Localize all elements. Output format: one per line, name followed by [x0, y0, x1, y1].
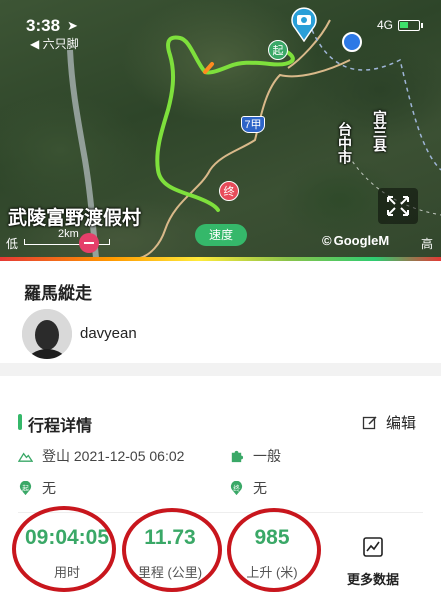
more-data-button[interactable]: 更多数据 [338, 536, 408, 588]
status-carrier: ◀ 六只脚 [30, 37, 79, 51]
more-data-label: 更多数据 [346, 572, 399, 587]
username[interactable]: davyean [80, 325, 137, 342]
scale-distance: 2km [58, 228, 79, 240]
route-title: 羅馬縱走 [24, 284, 92, 303]
region-label-taichung: 台中市 [337, 122, 353, 164]
region-label-yilan: 宜兰县 [372, 110, 388, 152]
edit-label: 编辑 [386, 415, 417, 432]
annotation-circle-ascent [227, 508, 321, 592]
start-marker-icon: 起 [19, 480, 32, 495]
end-point-text: 无 [253, 480, 267, 496]
trip-details-card: 行程详情 编辑 登山 2021-12-05 06:02 一般 起 无 终 无 0… [0, 376, 441, 600]
end-pin[interactable]: 终 [219, 181, 239, 201]
svg-text:起: 起 [22, 484, 29, 492]
start-point-text: 无 [42, 480, 56, 496]
attribution-text: GoogleM [333, 233, 390, 248]
carrier-label: 六只脚 [42, 37, 79, 51]
section-title: 行程详情 [18, 412, 92, 436]
status-time: 3:38 [26, 16, 61, 35]
end-marker-icon: 终 [230, 480, 243, 495]
difficulty-row: 一般 [229, 446, 281, 466]
start-pin[interactable]: 起 [268, 40, 288, 60]
avatar[interactable] [22, 309, 72, 359]
photo-pin-icon[interactable] [289, 4, 319, 42]
activity-text: 登山 2021-12-05 06:02 [42, 448, 185, 464]
edit-icon [362, 415, 377, 429]
difficulty-text: 一般 [253, 448, 281, 464]
place-label: 武陵富野渡假村 [8, 208, 142, 229]
puzzle-icon [231, 450, 244, 462]
status-right: 4G [377, 18, 423, 32]
sos-icon[interactable] [78, 232, 100, 254]
battery-icon [398, 19, 420, 31]
map-attribution: © GoogleM [322, 233, 389, 248]
fullscreen-icon[interactable] [378, 188, 418, 224]
road-number-badge: 7甲 [241, 116, 265, 133]
edit-button[interactable]: 编辑 [362, 412, 416, 433]
speed-button[interactable]: 速度 [195, 224, 247, 246]
end-point-row: 终 无 [229, 478, 267, 498]
copyright-icon: © [322, 233, 332, 248]
annotation-circle-distance [122, 508, 222, 592]
scale-low-label: 低 [6, 237, 19, 251]
route-owner-card: 羅馬縱走 davyean [0, 261, 441, 363]
battery-tip [421, 22, 423, 28]
activity-row: 登山 2021-12-05 06:02 [18, 446, 184, 466]
svg-text:终: 终 [233, 483, 240, 492]
route-map[interactable]: 3:38 ➤ ◀ 六只脚 4G 起 终 7甲 宜兰县 台中市 武陵富野渡假村 速… [0, 0, 441, 258]
network-label: 4G [376, 18, 393, 32]
scale-high-label: 高 [420, 237, 433, 251]
chart-icon [363, 537, 383, 557]
start-point-row: 起 无 [18, 478, 56, 498]
annotation-circle-duration [12, 506, 116, 592]
location-arrow-icon: ➤ [67, 18, 78, 33]
mountain-icon [18, 452, 33, 462]
avatar-image [22, 309, 72, 359]
